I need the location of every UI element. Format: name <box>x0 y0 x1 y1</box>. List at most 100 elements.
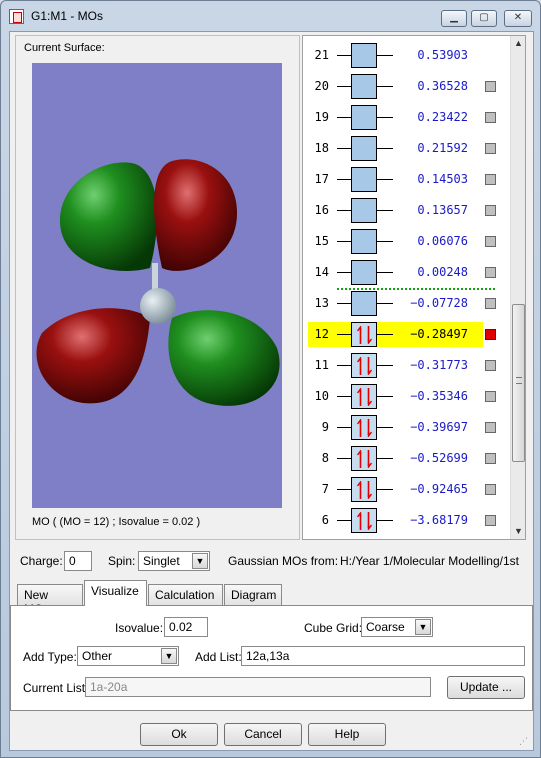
minimize-button[interactable]: ▁ <box>441 10 467 27</box>
level-line-right <box>377 458 393 459</box>
scroll-up-icon[interactable]: ▲ <box>511 36 525 51</box>
mo-energy: −0.52699 <box>410 451 468 465</box>
scroll-down-icon[interactable]: ▼ <box>511 524 525 539</box>
mo-row-7[interactable]: 7 −0.92465 <box>303 474 513 505</box>
mo-row-9[interactable]: 9 −0.39697 <box>303 412 513 443</box>
orbital-box[interactable] <box>351 105 377 130</box>
mo-row-10[interactable]: 10 −0.35346 <box>303 381 513 412</box>
mo-number: 13 <box>314 296 329 310</box>
mo-row-6[interactable]: 6 −3.68179 <box>303 505 513 536</box>
help-button[interactable]: Help <box>308 723 386 746</box>
mo-select-checkbox[interactable] <box>485 112 496 123</box>
cube-grid-label: Cube Grid: <box>304 621 363 635</box>
orbital-box[interactable] <box>351 384 377 409</box>
current-list-label: Current List: <box>23 681 89 695</box>
mo-row-16[interactable]: 16 0.13657 <box>303 195 513 226</box>
maximize-button[interactable]: ▢ <box>471 10 497 27</box>
orbital-box[interactable] <box>351 74 377 99</box>
spin-label: Spin: <box>108 554 136 568</box>
orbital-box[interactable] <box>351 446 377 471</box>
mo-select-checkbox[interactable] <box>485 422 496 433</box>
mo-select-checkbox[interactable] <box>485 81 496 92</box>
orbital-box[interactable] <box>351 322 377 347</box>
cube-grid-select[interactable]: Coarse ▼ <box>361 617 433 637</box>
update-button[interactable]: Update ... <box>447 676 525 699</box>
orbital-box[interactable] <box>351 136 377 161</box>
isovalue-field[interactable]: 0.02 <box>164 617 208 637</box>
mo-number: 21 <box>314 48 329 62</box>
charge-field[interactable]: 0 <box>64 551 92 571</box>
close-button[interactable]: ✕ <box>504 10 532 27</box>
mo-select-checkbox[interactable] <box>485 267 496 278</box>
mo-energy: −3.68179 <box>410 513 468 527</box>
mo-select-checkbox[interactable] <box>485 236 496 247</box>
mo-number: 8 <box>321 451 329 465</box>
spin-up-arrow-icon <box>356 386 364 406</box>
mo-select-checkbox[interactable] <box>485 391 496 402</box>
mo-select-checkbox[interactable] <box>485 205 496 216</box>
mo-select-checkbox[interactable] <box>485 484 496 495</box>
orbital-box[interactable] <box>351 508 377 533</box>
mo-row-12[interactable]: 12 −0.28497 <box>303 319 513 350</box>
orbital-box[interactable] <box>351 260 377 285</box>
level-line-left <box>337 458 351 459</box>
mo-row-20[interactable]: 20 0.36528 <box>303 71 513 102</box>
mo-row-15[interactable]: 15 0.06076 <box>303 226 513 257</box>
tab-new-mos[interactable]: New MOs <box>17 584 83 616</box>
title-bar[interactable]: G1:M1 - MOs ▁ ▢ ✕ <box>1 1 540 31</box>
level-line-left <box>337 520 351 521</box>
mo-select-checkbox[interactable] <box>485 515 496 526</box>
mo-energy: 0.23422 <box>417 110 468 124</box>
orbital-box[interactable] <box>351 167 377 192</box>
mo-row-11[interactable]: 11 −0.31773 <box>303 350 513 381</box>
mo-select-checkbox[interactable] <box>485 174 496 185</box>
scroll-thumb[interactable] <box>512 304 525 462</box>
tab-calculation[interactable]: Calculation <box>148 584 223 605</box>
mo-energy: 0.06076 <box>417 234 468 248</box>
mo-row-19[interactable]: 19 0.23422 <box>303 102 513 133</box>
add-type-select[interactable]: Other ▼ <box>77 646 179 666</box>
level-line-left <box>337 210 351 211</box>
chevron-down-icon[interactable]: ▼ <box>161 648 177 664</box>
central-atom <box>140 288 176 324</box>
charge-spin-row: Charge: 0 Spin: Singlet ▼ Gaussian MOs f… <box>10 550 530 574</box>
mo-select-checkbox[interactable] <box>485 329 496 340</box>
orbital-box[interactable] <box>351 291 377 316</box>
cube-grid-value: Coarse <box>366 620 405 634</box>
mo-row-21[interactable]: 21 0.53903 <box>303 40 513 71</box>
mo-energy-list[interactable]: 21 0.53903 20 0.36528 19 0.23422 18 0.21592 17 0.… <box>302 35 526 540</box>
level-line-right <box>377 210 393 211</box>
level-line-left <box>337 272 351 273</box>
cancel-button[interactable]: Cancel <box>224 723 302 746</box>
homo-lumo-separator <box>337 288 495 290</box>
mo-select-checkbox[interactable] <box>485 298 496 309</box>
mo-energy: 0.14503 <box>417 172 468 186</box>
tab-visualize[interactable]: Visualize <box>84 580 147 606</box>
mo-row-13[interactable]: 13 −0.07728 <box>303 288 513 319</box>
resize-grip-icon[interactable]: ⋰ <box>519 736 531 748</box>
mo-select-checkbox[interactable] <box>485 143 496 154</box>
orbital-box[interactable] <box>351 477 377 502</box>
mo-row-8[interactable]: 8 −0.52699 <box>303 443 513 474</box>
tab-diagram[interactable]: Diagram <box>224 584 282 605</box>
mo-select-checkbox[interactable] <box>485 453 496 464</box>
orbital-box[interactable] <box>351 353 377 378</box>
mo-number: 14 <box>314 265 329 279</box>
add-list-label: Add List: <box>195 650 242 664</box>
ok-button[interactable]: Ok <box>140 723 218 746</box>
mo-row-17[interactable]: 17 0.14503 <box>303 164 513 195</box>
orbital-box[interactable] <box>351 415 377 440</box>
chevron-down-icon[interactable]: ▼ <box>415 619 431 635</box>
mo-row-14[interactable]: 14 0.00248 <box>303 257 513 288</box>
spin-select[interactable]: Singlet ▼ <box>138 551 210 571</box>
mo-select-checkbox[interactable] <box>485 360 496 371</box>
mo-row-18[interactable]: 18 0.21592 <box>303 133 513 164</box>
orbital-box[interactable] <box>351 198 377 223</box>
orbital-viewport[interactable] <box>32 63 282 508</box>
add-list-field[interactable]: 12a,13a <box>241 646 525 666</box>
orbital-box[interactable] <box>351 229 377 254</box>
level-line-right <box>377 148 393 149</box>
chevron-down-icon[interactable]: ▼ <box>192 553 208 569</box>
orbital-box[interactable] <box>351 43 377 68</box>
mo-list-scrollbar[interactable]: ▲ ▼ <box>510 36 525 539</box>
